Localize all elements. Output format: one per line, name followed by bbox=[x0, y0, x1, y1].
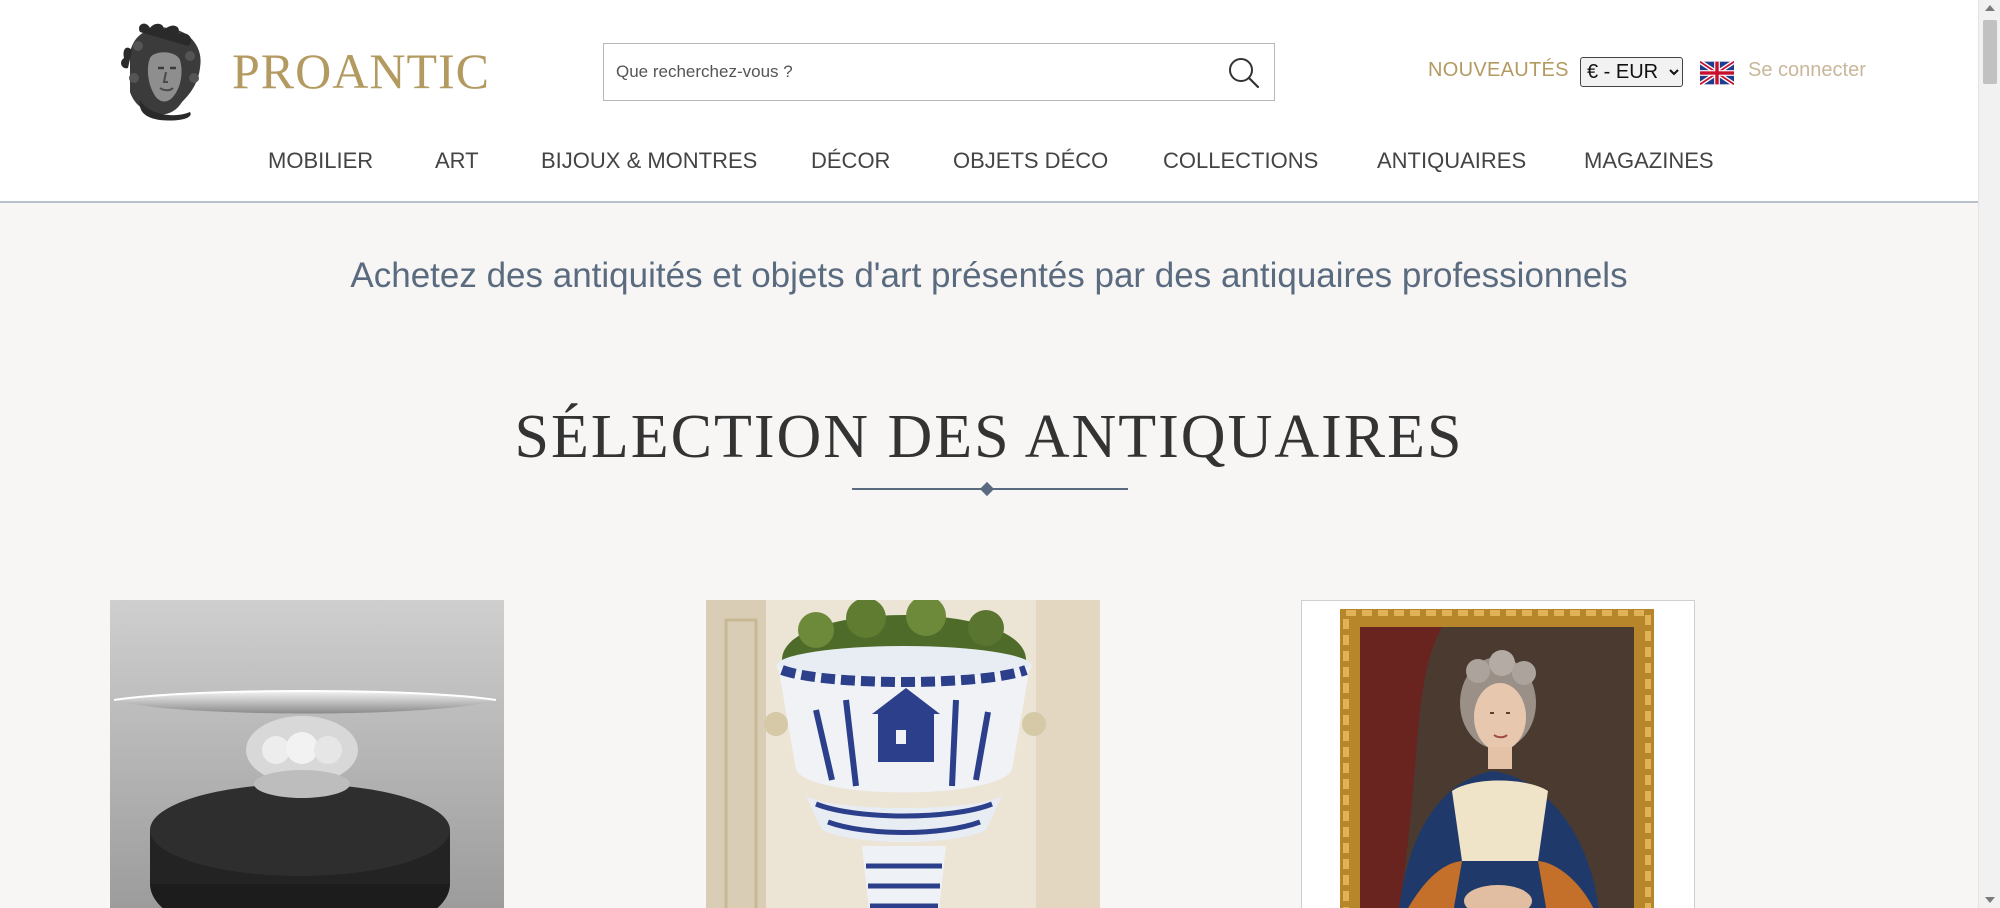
search-input[interactable] bbox=[604, 44, 1216, 99]
site-header: PROANTIC NOUVEAUTÉS € - EUR Se connecter… bbox=[0, 0, 1978, 203]
product-card-faience-vase[interactable] bbox=[706, 600, 1100, 908]
search-bar bbox=[603, 43, 1275, 101]
currency-select[interactable]: € - EUR bbox=[1580, 57, 1683, 87]
login-link[interactable]: Se connecter bbox=[1748, 59, 1866, 82]
logo-link[interactable]: PROANTIC bbox=[110, 20, 490, 122]
main-nav: MOBILIER ART BIJOUX & MONTRES DÉCOR OBJE… bbox=[0, 148, 1978, 178]
nav-item-collections[interactable]: COLLECTIONS bbox=[1163, 148, 1318, 174]
title-diamond-ornament bbox=[979, 481, 995, 497]
nav-item-decor[interactable]: DÉCOR bbox=[811, 148, 890, 174]
faience-vase-image bbox=[706, 600, 1100, 908]
nav-item-art[interactable]: ART bbox=[435, 148, 479, 174]
logo-text: PROANTIC bbox=[232, 43, 491, 99]
scroll-up-arrow-icon[interactable] bbox=[1985, 5, 1995, 11]
product-card-portrait-painting[interactable] bbox=[1301, 600, 1695, 908]
portrait-painting-image bbox=[1302, 601, 1693, 908]
nav-item-bijoux-montres[interactable]: BIJOUX & MONTRES bbox=[541, 148, 757, 174]
product-card-silver-bowl[interactable] bbox=[110, 600, 504, 908]
silver-bowl-image bbox=[110, 600, 504, 908]
uk-flag-icon[interactable] bbox=[1700, 61, 1734, 85]
bust-logo-icon bbox=[121, 23, 201, 121]
new-arrivals-link[interactable]: NOUVEAUTÉS bbox=[1428, 59, 1569, 82]
nav-item-magazines[interactable]: MAGAZINES bbox=[1584, 148, 1714, 174]
scroll-thumb[interactable] bbox=[1983, 20, 1997, 84]
scroll-down-arrow-icon[interactable] bbox=[1985, 897, 1995, 903]
search-icon[interactable] bbox=[1226, 56, 1260, 90]
page: PROANTIC NOUVEAUTÉS € - EUR Se connecter… bbox=[0, 0, 1978, 908]
tagline: Achetez des antiquités et objets d'art p… bbox=[350, 256, 1628, 295]
section-title: SÉLECTION DES ANTIQUAIRES bbox=[514, 403, 1464, 471]
page-scrollbar[interactable] bbox=[1978, 0, 2000, 908]
nav-item-objets-deco[interactable]: OBJETS DÉCO bbox=[953, 148, 1108, 174]
nav-item-antiquaires[interactable]: ANTIQUAIRES bbox=[1377, 148, 1526, 174]
nav-item-mobilier[interactable]: MOBILIER bbox=[268, 148, 373, 174]
